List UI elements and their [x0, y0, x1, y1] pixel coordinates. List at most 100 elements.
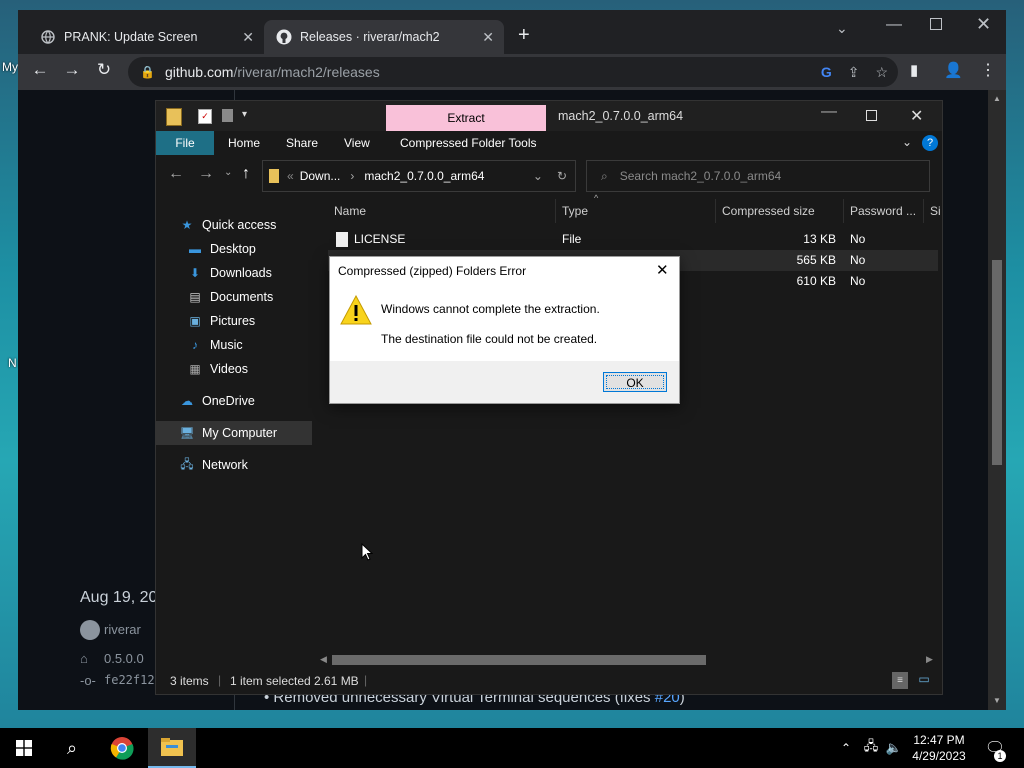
scroll-left-icon[interactable]: ◀: [320, 654, 327, 665]
column-size[interactable]: Si: [924, 199, 942, 223]
maximize-icon[interactable]: [930, 18, 942, 30]
ribbon-tab-view[interactable]: View: [344, 131, 370, 155]
nav-label: Desktop: [210, 242, 256, 256]
ribbon-tab-file[interactable]: File: [156, 131, 214, 155]
horizontal-scrollbar[interactable]: ◀ ▶: [314, 651, 942, 669]
scroll-thumb[interactable]: [992, 260, 1002, 465]
close-window-icon[interactable]: ✕: [976, 14, 991, 35]
start-button[interactable]: [0, 728, 48, 768]
dialog-close-icon[interactable]: ✕: [656, 261, 669, 279]
ribbon-tab-share[interactable]: Share: [286, 131, 318, 155]
tag-link[interactable]: 0.5.0.0: [104, 651, 144, 666]
share-icon[interactable]: ⇪: [848, 64, 860, 81]
author-link[interactable]: riverar: [104, 622, 141, 637]
scroll-right-icon[interactable]: ▶: [926, 654, 933, 665]
table-row[interactable]: LICENSE File 13 KB No: [332, 229, 940, 250]
ribbon-tab-home[interactable]: Home: [228, 131, 260, 155]
file-password: No: [850, 232, 866, 246]
desktop-icon-label[interactable]: My: [2, 60, 18, 74]
reload-icon[interactable]: ↻: [92, 60, 116, 80]
clock-date: 4/29/2023: [912, 749, 966, 763]
bookmark-star-icon[interactable]: ☆: [875, 64, 888, 81]
extract-contextual-tab[interactable]: Extract: [386, 105, 546, 131]
file-password: No: [850, 274, 866, 288]
notifications-icon[interactable]: 🗨 1: [980, 728, 1010, 768]
forward-icon[interactable]: →: [198, 165, 214, 183]
help-icon[interactable]: ?: [922, 135, 938, 151]
side-panel-icon[interactable]: ▮: [910, 61, 918, 79]
search-icon[interactable]: ⌕: [48, 728, 96, 768]
tab-close-icon[interactable]: ✕: [242, 29, 254, 46]
nav-quick-access[interactable]: ★ Quick access: [156, 213, 336, 237]
ribbon-expand-icon[interactable]: ⌄: [902, 135, 912, 149]
file-name: LICENSE: [354, 232, 406, 246]
large-icons-view-icon[interactable]: ▭: [916, 672, 932, 689]
scroll-up-icon[interactable]: ▲: [993, 94, 1001, 103]
globe-icon: [40, 29, 56, 45]
tab-prank[interactable]: PRANK: Update Screen ✕: [28, 20, 264, 54]
breadcrumb-downloads[interactable]: Down...: [300, 169, 341, 183]
network-status-icon[interactable]: 🖧: [860, 728, 882, 768]
status-divider: |: [364, 673, 368, 687]
close-window-icon[interactable]: ✕: [910, 106, 923, 126]
tab-search-icon[interactable]: ⌄: [836, 20, 848, 37]
explorer-title-bar: ✓ ▾ Extract mach2_0.7.0.0_arm64 — ✕: [156, 101, 942, 131]
nav-onedrive[interactable]: ☁ OneDrive: [156, 389, 336, 413]
nav-label: Quick access: [202, 218, 277, 232]
explorer-search-box[interactable]: ⌕ Search mach2_0.7.0.0_arm64: [586, 160, 930, 192]
nav-network[interactable]: 🖧 Network: [156, 453, 336, 477]
page-scrollbar[interactable]: ▲ ▼: [988, 90, 1006, 710]
ribbon-tab-compressed-folder-tools[interactable]: Compressed Folder Tools: [400, 131, 537, 155]
tab-releases[interactable]: Releases · riverar/mach2 ✕: [264, 20, 504, 54]
breadcrumb-separator-icon: ›: [350, 169, 355, 183]
properties-icon[interactable]: ✓: [198, 109, 212, 124]
forward-icon[interactable]: →: [60, 60, 84, 80]
lock-icon: 🔒: [140, 65, 155, 79]
minimize-icon[interactable]: —: [821, 103, 837, 121]
file-compressed-size: 565 KB: [796, 253, 836, 267]
volume-icon[interactable]: 🔈: [884, 728, 904, 768]
column-type[interactable]: Type: [556, 199, 716, 223]
qat-dropdown-icon[interactable]: ▾: [242, 109, 247, 120]
back-icon[interactable]: ←: [28, 60, 52, 80]
column-name[interactable]: Name: [328, 199, 556, 223]
explorer-navigation-bar: ← → ⌄ ↑ « Down... › mach2_0.7.0.0_arm64 …: [156, 155, 942, 197]
google-icon[interactable]: G: [821, 64, 832, 81]
address-dropdown-icon[interactable]: ⌄: [533, 169, 543, 183]
avatar[interactable]: [80, 620, 100, 640]
scroll-down-icon[interactable]: ▼: [993, 696, 1001, 705]
star-icon: ★: [181, 218, 193, 232]
clock[interactable]: 12:47 PM 4/29/2023: [906, 732, 972, 764]
new-folder-icon[interactable]: [222, 109, 233, 122]
address-bar[interactable]: 🔒 github.com/riverar/mach2/releases G ⇪ …: [128, 57, 898, 87]
maximize-icon[interactable]: [866, 110, 877, 121]
refresh-icon[interactable]: ↻: [557, 169, 567, 183]
chrome-taskbar-icon[interactable]: [98, 728, 146, 768]
new-tab-icon[interactable]: +: [518, 24, 530, 47]
nav-my-computer[interactable]: 🖥 My Computer: [156, 421, 312, 445]
recent-locations-icon[interactable]: ⌄: [224, 167, 232, 178]
file-explorer-taskbar-icon[interactable]: [148, 728, 196, 768]
details-view-icon[interactable]: ≡: [892, 672, 908, 689]
explorer-address-bar[interactable]: « Down... › mach2_0.7.0.0_arm64 ⌄ ↻: [262, 160, 576, 192]
overflow-chevron-icon[interactable]: «: [287, 169, 294, 183]
breadcrumb-current[interactable]: mach2_0.7.0.0_arm64: [364, 169, 484, 183]
release-date: Aug 19, 20: [80, 589, 158, 606]
back-icon[interactable]: ←: [168, 165, 184, 183]
commit-link[interactable]: fe22f12: [104, 673, 155, 687]
scroll-thumb[interactable]: [332, 655, 706, 665]
profile-icon[interactable]: 👤: [944, 61, 963, 79]
desktop-icon-label[interactable]: N: [8, 356, 17, 370]
selection-count: 1 item selected: [230, 674, 311, 688]
tab-close-icon[interactable]: ✕: [482, 29, 494, 46]
commit-icon: -o-: [80, 673, 96, 688]
menu-icon[interactable]: ⋮: [980, 60, 996, 80]
nav-label: OneDrive: [202, 394, 255, 408]
ok-button[interactable]: OK: [603, 372, 667, 392]
up-icon[interactable]: ↑: [242, 165, 250, 183]
minimize-icon[interactable]: —: [886, 16, 902, 34]
column-password[interactable]: Password ...: [844, 199, 924, 223]
column-compressed-size[interactable]: Compressed size: [716, 199, 844, 223]
dialog-message-primary: Windows cannot complete the extraction.: [381, 302, 600, 316]
show-hidden-icons-icon[interactable]: ⌃: [836, 728, 856, 768]
